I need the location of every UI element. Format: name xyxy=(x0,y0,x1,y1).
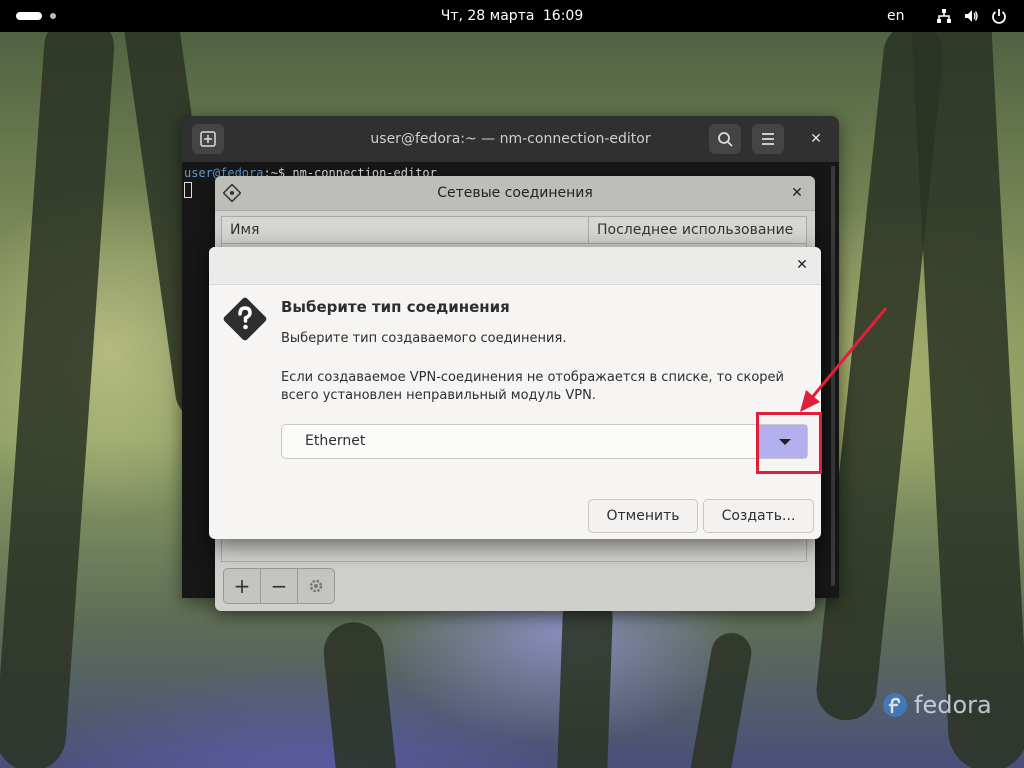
clock[interactable]: Чт, 28 марта 16:09 xyxy=(0,0,1024,32)
power-icon[interactable] xyxy=(991,8,1007,24)
fedora-logo-text: fedora xyxy=(914,691,992,719)
close-icon: ✕ xyxy=(810,131,822,147)
annotation-arrow-icon xyxy=(800,307,888,412)
remove-connection-button[interactable]: − xyxy=(261,569,298,603)
dialog-close-button[interactable]: ✕ xyxy=(795,258,809,272)
network-icon[interactable] xyxy=(936,8,952,24)
question-icon xyxy=(223,297,267,341)
nm-window-title: Сетевые соединения xyxy=(437,185,593,201)
dropdown-selected-value: Ethernet xyxy=(305,433,366,449)
nm-header: Сетевые соединения ✕ xyxy=(215,176,815,211)
add-icon: + xyxy=(233,574,251,598)
cancel-button[interactable]: Отменить xyxy=(588,499,698,533)
clock-date: Чт, 28 марта xyxy=(440,8,535,24)
top-bar: Чт, 28 марта 16:09 en xyxy=(0,0,1024,32)
dialog-header: ✕ xyxy=(209,247,821,285)
search-icon xyxy=(718,132,733,147)
menu-button[interactable] xyxy=(752,124,784,154)
remove-icon: − xyxy=(270,574,288,598)
column-last-used[interactable]: Последнее использование xyxy=(588,217,806,258)
volume-icon[interactable] xyxy=(963,8,979,24)
annotation-highlight-box xyxy=(756,412,822,474)
connection-type-dialog[interactable]: ✕ Выберите тип соединения Выберите тип с… xyxy=(209,247,821,539)
column-name[interactable]: Имя xyxy=(230,217,259,243)
fedora-logo: fedora xyxy=(882,690,992,720)
gear-icon xyxy=(309,579,323,593)
keyboard-layout-indicator[interactable]: en xyxy=(887,0,905,32)
terminal-header: user@fedora:~ — nm-connection-editor ✕ xyxy=(182,116,839,162)
connections-column-header: Имя Последнее использование xyxy=(221,216,807,258)
menu-icon xyxy=(762,133,774,145)
terminal-cursor xyxy=(184,182,192,198)
connection-type-dropdown[interactable]: Ethernet xyxy=(281,424,808,459)
fedora-logo-icon xyxy=(883,693,907,717)
dialog-subtitle: Выберите тип создаваемого соединения. xyxy=(281,331,567,346)
close-icon: ✕ xyxy=(791,185,803,201)
edit-connection-button[interactable] xyxy=(298,569,334,603)
connections-toolbar: + − xyxy=(223,568,335,604)
dialog-note: Если создаваемое VPN-соединения не отобр… xyxy=(281,370,784,403)
terminal-close-button[interactable]: ✕ xyxy=(804,124,828,154)
close-icon: ✕ xyxy=(796,257,808,273)
column-last-used-label: Последнее использование xyxy=(597,222,794,238)
create-button[interactable]: Создать... xyxy=(703,499,814,533)
dialog-heading: Выберите тип соединения xyxy=(281,298,510,316)
search-button[interactable] xyxy=(709,124,741,154)
add-connection-button[interactable]: + xyxy=(224,569,261,603)
clock-time: 16:09 xyxy=(542,8,584,24)
nm-close-button[interactable]: ✕ xyxy=(789,185,805,201)
